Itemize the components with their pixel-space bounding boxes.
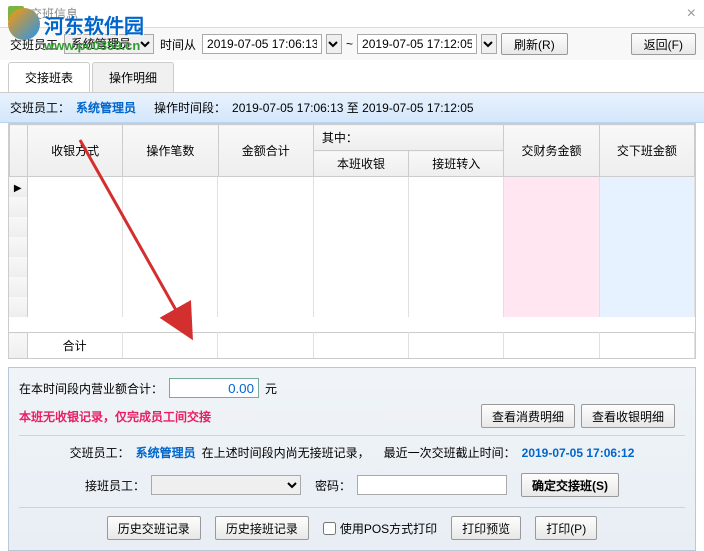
row-pointer-icon: ▶ [14,183,22,194]
time-label: 时间从 [160,36,196,53]
table-row[interactable] [9,217,695,237]
toolbar: 交班员工 系统管理员 时间从 ~ 刷新(R) 返回(F) [0,28,704,60]
print-button[interactable]: 打印(P) [535,516,597,540]
yuan-label: 元 [265,380,277,397]
table-row[interactable] [9,297,695,317]
time-to-dd[interactable] [481,34,497,54]
staff-label: 交班员工 [10,36,58,53]
print-preview-button[interactable]: 打印预览 [451,516,521,540]
info-staff-value: 系统管理员 [76,99,136,116]
back-button[interactable]: 返回(F) [631,33,696,55]
tab-shift-table[interactable]: 交接班表 [8,62,90,92]
col-amount: 金额合计 [218,125,313,177]
info-period-value: 2019-07-05 17:06:13 至 2019-07-05 17:12:0… [232,99,474,116]
staff-select[interactable]: 系统管理员 [64,34,154,54]
col-cashtype: 收银方式 [28,125,123,177]
shift-time: 2019-07-05 17:06:12 [522,446,635,460]
col-finance: 交财务金额 [504,125,599,177]
period-total-value[interactable] [169,378,259,398]
tabs: 交接班表 操作明细 [0,62,704,93]
view-consume-button[interactable]: 查看消费明细 [481,404,575,428]
col-next: 交下班金额 [599,125,694,177]
table-row[interactable] [9,257,695,277]
take-staff-select[interactable] [151,475,301,495]
take-staff-label: 接班员工： [85,477,145,494]
close-icon[interactable]: × [687,5,696,23]
time-to-input[interactable] [357,34,477,54]
bottom-panel: 在本时间段内营业额合计： 元 本班无收银记录，仅完成员工间交接 查看消费明细 查… [8,367,696,551]
shift-info-2: 在上述时间段内尚无接班记录， [202,444,370,461]
info-bar: 交班员工： 系统管理员 操作时间段： 2019-07-05 17:06:13 至… [0,93,704,123]
grid: 收银方式 操作笔数 金额合计 其中： 交财务金额 交下班金额 本班收银 接班转入… [8,123,696,359]
window-title: 交班信息 [30,5,78,22]
col-opcount: 操作笔数 [123,125,218,177]
shift-info-3: 最近一次交班截止时间： [384,444,516,461]
time-from-input[interactable] [202,34,322,54]
col-self: 本班收银 [313,151,408,177]
shift-staff-label: 交班员工： [70,444,130,461]
use-pos-check[interactable] [323,522,336,535]
pwd-input[interactable] [357,475,507,495]
info-staff-label: 交班员工： [10,99,70,116]
hist-take-button[interactable]: 历史接班记录 [215,516,309,540]
shift-staff-value: 系统管理员 [136,444,196,461]
period-total-label: 在本时间段内营业额合计： [19,380,163,397]
time-from-dd[interactable] [326,34,342,54]
sum-row: 合计 [9,333,695,359]
sum-label: 合计 [27,333,122,359]
time-sep: ~ [346,37,353,51]
titlebar: 交班信息 × [0,0,704,28]
confirm-shift-button[interactable]: 确定交接班(S) [521,473,619,497]
table-row[interactable]: ▶ [9,177,695,197]
table-row[interactable] [9,277,695,297]
tab-op-detail[interactable]: 操作明细 [92,62,174,92]
pwd-label: 密码： [315,477,351,494]
info-period-label: 操作时间段： [154,99,226,116]
table-row[interactable] [9,237,695,257]
refresh-button[interactable]: 刷新(R) [501,33,568,55]
table-row[interactable] [9,197,695,217]
no-cash-record: 本班无收银记录，仅完成员工间交接 [19,408,211,425]
app-icon [8,6,24,22]
use-pos-checkbox[interactable]: 使用POS方式打印 [323,520,437,537]
view-cash-button[interactable]: 查看收银明细 [581,404,675,428]
col-trans: 接班转入 [409,151,504,177]
hist-shift-button[interactable]: 历史交班记录 [107,516,201,540]
col-among: 其中： [313,125,504,151]
